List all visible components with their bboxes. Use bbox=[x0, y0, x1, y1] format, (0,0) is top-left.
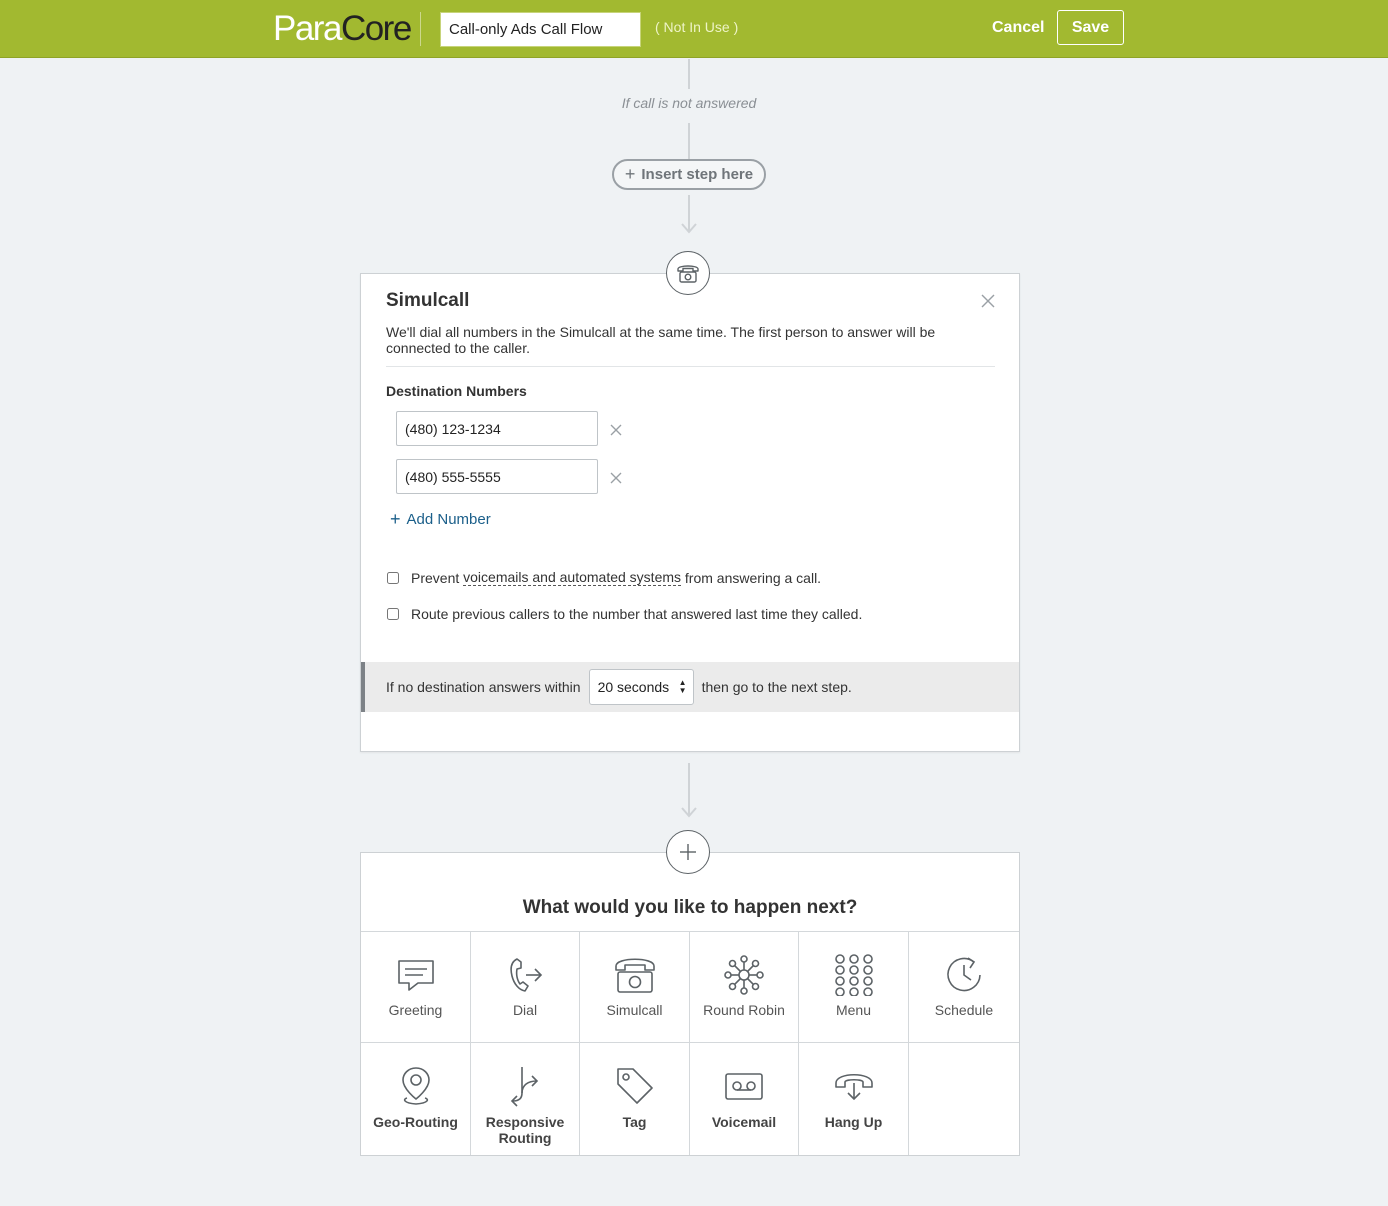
step-description: We'll dial all numbers in the Simulcall … bbox=[386, 324, 936, 356]
option-round-robin[interactable]: Round Robin bbox=[690, 932, 799, 1043]
keypad-icon bbox=[834, 954, 873, 996]
destination-number-input[interactable] bbox=[396, 411, 598, 446]
option-label: Menu bbox=[835, 1002, 872, 1018]
hub-icon bbox=[724, 955, 764, 995]
voicemail-help-link[interactable]: voicemails and automated systems bbox=[463, 569, 682, 586]
voicemail-icon bbox=[725, 1073, 763, 1100]
add-number-label: Add Number bbox=[406, 511, 491, 528]
option-label: Dial bbox=[512, 1002, 538, 1018]
paracore-logo: Para Core bbox=[273, 9, 412, 48]
down-arrow-icon bbox=[681, 195, 697, 234]
option-geo-routing[interactable]: Geo-Routing bbox=[361, 1043, 471, 1155]
add-number-link[interactable]: + Add Number bbox=[390, 509, 491, 530]
option-label: Round Robin bbox=[703, 1002, 785, 1018]
option-menu[interactable]: Menu bbox=[799, 932, 909, 1043]
empty-tile bbox=[909, 1043, 1019, 1155]
next-step-card: What would you like to happen next? Gree… bbox=[360, 852, 1020, 1156]
clock-icon bbox=[947, 957, 981, 992]
option-voicemail[interactable]: Voicemail bbox=[690, 1043, 799, 1155]
step-options-grid: Greeting Dial Simulcall Round Robin Menu… bbox=[361, 931, 1019, 1155]
flow-connector bbox=[688, 123, 690, 159]
flow-connector bbox=[688, 59, 690, 89]
destination-numbers-label: Destination Numbers bbox=[386, 383, 527, 399]
option-greeting[interactable]: Greeting bbox=[361, 932, 471, 1043]
insert-step-button[interactable]: + Insert step here bbox=[612, 159, 766, 190]
option-label: Tag bbox=[622, 1114, 647, 1130]
remove-number-icon[interactable] bbox=[609, 423, 623, 437]
option-label: Schedule bbox=[934, 1002, 994, 1018]
option-text: from answering a call. bbox=[681, 569, 822, 586]
hang-up-icon bbox=[834, 1073, 873, 1101]
route-previous-callers-checkbox[interactable] bbox=[387, 608, 399, 620]
dial-icon bbox=[510, 958, 543, 992]
step-title: Simulcall bbox=[386, 290, 470, 311]
option-hang-up[interactable]: Hang Up bbox=[799, 1043, 909, 1155]
option-label: Voicemail bbox=[711, 1114, 777, 1130]
option-schedule[interactable]: Schedule bbox=[909, 932, 1019, 1043]
option-dial[interactable]: Dial bbox=[471, 932, 580, 1043]
phone-icon bbox=[666, 251, 710, 295]
save-button[interactable]: Save bbox=[1057, 10, 1124, 45]
route-previous-callers-option[interactable]: Route previous callers to the number tha… bbox=[386, 606, 862, 622]
cancel-button[interactable]: Cancel bbox=[988, 10, 1048, 45]
option-tag[interactable]: Tag bbox=[580, 1043, 690, 1155]
prevent-voicemail-checkbox[interactable] bbox=[387, 571, 399, 584]
remove-number-icon[interactable] bbox=[609, 471, 623, 485]
logo-text-core: Core bbox=[340, 9, 412, 48]
add-step-icon[interactable] bbox=[666, 830, 710, 874]
option-label: Hang Up bbox=[824, 1114, 883, 1130]
timeout-prefix: If no destination answers within bbox=[386, 679, 581, 695]
select-arrows-icon: ▲ ▼ bbox=[678, 678, 687, 695]
destination-number-input[interactable] bbox=[396, 459, 598, 494]
simulcall-step-card: Simulcall We'll dial all numbers in the … bbox=[360, 273, 1020, 752]
routing-icon bbox=[510, 1067, 539, 1107]
close-icon[interactable] bbox=[979, 292, 997, 310]
map-pin-icon bbox=[401, 1067, 430, 1105]
timeout-suffix: then go to the next step. bbox=[701, 679, 852, 695]
option-label: Responsive Routing bbox=[485, 1114, 565, 1146]
option-text: Route previous callers to the number tha… bbox=[411, 606, 863, 622]
timeout-bar: If no destination answers within 20 seco… bbox=[361, 662, 1019, 712]
phone-icon bbox=[614, 958, 655, 993]
down-arrow-icon bbox=[681, 763, 697, 818]
option-label: Simulcall bbox=[606, 1002, 663, 1018]
chat-bubble-icon bbox=[397, 960, 434, 991]
insert-step-label: Insert step here bbox=[641, 166, 754, 183]
branch-label: If call is not answered bbox=[621, 95, 757, 111]
prevent-voicemail-option[interactable]: Prevent voicemails and automated systems… bbox=[386, 569, 821, 586]
option-text: Prevent bbox=[411, 569, 464, 586]
flow-name-input[interactable] bbox=[440, 12, 641, 47]
option-label: Geo-Routing bbox=[373, 1114, 458, 1130]
option-simulcall[interactable]: Simulcall bbox=[580, 932, 690, 1043]
logo-text-para: Para bbox=[273, 9, 342, 48]
plus-icon: + bbox=[624, 164, 636, 184]
next-step-title: What would you like to happen next? bbox=[522, 897, 858, 918]
plus-icon: + bbox=[390, 509, 401, 529]
timeout-select[interactable]: 20 seconds ▲ ▼ bbox=[588, 669, 694, 705]
top-bar: ParaCore ( Not In Use ) Cancel Save bbox=[0, 0, 1388, 58]
option-responsive-routing[interactable]: Responsive Routing bbox=[471, 1043, 580, 1155]
header-divider bbox=[420, 12, 421, 46]
option-label: Greeting bbox=[388, 1002, 443, 1018]
divider bbox=[386, 366, 995, 367]
timeout-value: 20 seconds bbox=[597, 679, 670, 695]
flow-status: ( Not In Use ) bbox=[655, 19, 739, 35]
tag-icon bbox=[616, 1068, 653, 1104]
